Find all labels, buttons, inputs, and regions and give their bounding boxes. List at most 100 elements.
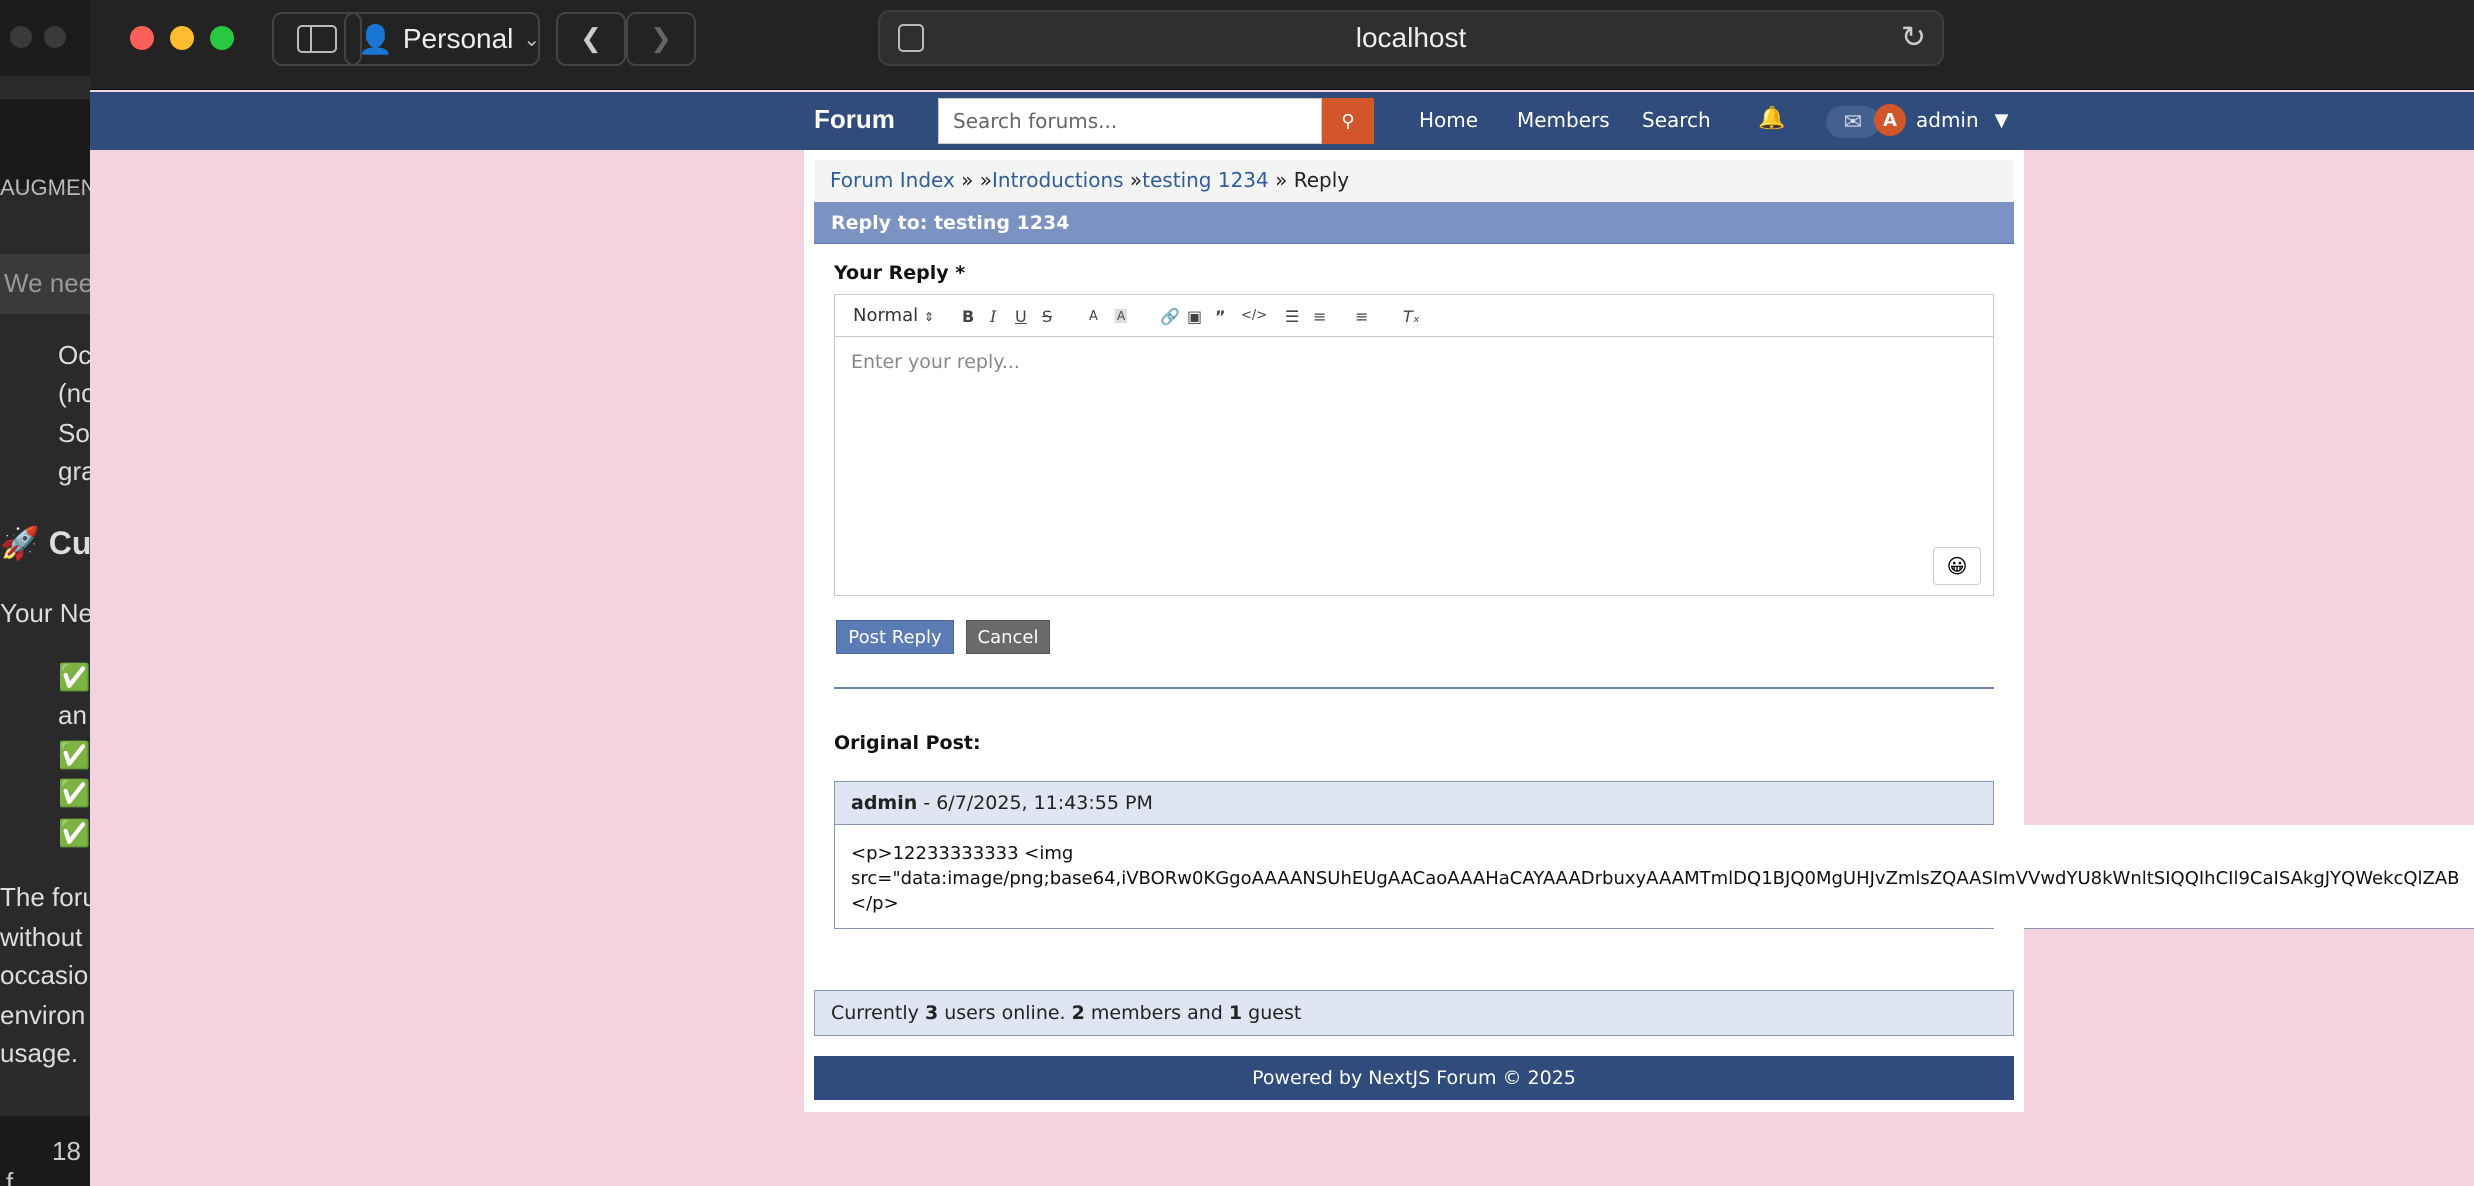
post-timestamp: - 6/7/2025, 11:43:55 PM — [917, 792, 1153, 814]
editor-toolbar: Normal ⇕ B I U S A A 🔗 ▣ ” </> ☰ ≡ ≡ Tₓ — [835, 295, 1993, 337]
background-input[interactable]: We need — [0, 254, 90, 314]
smiley-icon: 😀 — [1946, 554, 1968, 578]
bullet-list-icon[interactable]: ≡ — [1313, 307, 1326, 326]
sidebar-icon — [297, 25, 337, 53]
avatar: A — [1874, 104, 1906, 136]
align-icon[interactable]: ≡ — [1355, 307, 1368, 326]
background-text: usage. — [0, 1038, 79, 1068]
post-reply-button[interactable]: Post Reply — [836, 620, 954, 654]
profile-button[interactable]: 👤 Personal ⌄ — [344, 12, 540, 66]
background-window-dot — [10, 26, 32, 48]
background-text: without — [0, 922, 83, 952]
image-icon[interactable]: ▣ — [1187, 307, 1202, 326]
background-text: (nc — [58, 378, 90, 408]
strikethrough-icon[interactable]: S — [1042, 307, 1052, 326]
bold-icon[interactable]: B — [962, 307, 974, 326]
online-text: users online. — [938, 1002, 1072, 1024]
code-icon[interactable]: </> — [1241, 308, 1267, 323]
background-text: occasio — [0, 960, 89, 990]
rich-text-editor: Normal ⇕ B I U S A A 🔗 ▣ ” </> ☰ ≡ ≡ Tₓ … — [834, 294, 1994, 596]
background-app-section: AUGMEN — [0, 98, 90, 200]
background-check: ✅ — [58, 818, 90, 848]
page-icon — [898, 24, 924, 52]
user-menu[interactable]: A admin ▼ — [1874, 104, 2009, 136]
cancel-button[interactable]: Cancel — [966, 620, 1050, 654]
forum-navbar: Forum ⚲ Home Members Search 🔔 ✉ A admin … — [90, 92, 2474, 150]
post-author[interactable]: admin — [851, 792, 917, 814]
forum-logo[interactable]: Forum — [814, 104, 895, 135]
format-label: Normal — [853, 305, 919, 326]
breadcrumb-thread[interactable]: testing 1234 — [1142, 168, 1269, 192]
nav-home-link[interactable]: Home — [1419, 108, 1478, 132]
footer: Powered by NextJS Forum © 2025 — [814, 1056, 2014, 1100]
nav-members-link[interactable]: Members — [1517, 108, 1610, 132]
background-app-window: AUGMEN We need Oc (nc So gra 🚀 Cur Your … — [0, 0, 90, 1186]
main-content: Forum Index » »Introductions »testing 12… — [804, 150, 2460, 1112]
online-members-count: 2 — [1071, 1002, 1085, 1024]
background-text: So — [58, 418, 90, 448]
underline-icon[interactable]: U — [1015, 307, 1027, 326]
background-text: environ — [0, 1000, 86, 1030]
divider — [834, 687, 1994, 689]
background-section-text: AUGMEN — [0, 175, 90, 200]
nav-search-link[interactable]: Search — [1642, 108, 1711, 132]
search-input[interactable] — [938, 98, 1322, 144]
online-text: guest — [1242, 1002, 1302, 1024]
mail-icon[interactable]: ✉ — [1826, 106, 1880, 138]
italic-icon[interactable]: I — [990, 307, 996, 326]
reply-label: Your Reply * — [834, 262, 966, 284]
profile-label: Personal — [402, 23, 514, 54]
reply-header: Reply to: testing 1234 — [814, 202, 2014, 244]
background-text: gra — [58, 456, 90, 486]
online-guests-count: 1 — [1228, 1002, 1243, 1024]
zoom-window-button[interactable] — [210, 26, 234, 50]
link-icon[interactable]: 🔗 — [1160, 307, 1180, 326]
post-content-line: src="data:image/png;base64,iVBORw0KGgoAA… — [851, 866, 2460, 891]
close-window-button[interactable] — [130, 26, 154, 50]
chevron-left-icon: ❮ — [580, 24, 602, 54]
reply-textarea[interactable]: Enter your reply... — [835, 337, 1993, 595]
emoji-button[interactable]: 😀 — [1933, 547, 1981, 585]
clear-format-icon[interactable]: Tₓ — [1403, 307, 1420, 326]
background-heading: 🚀 Cur — [0, 525, 90, 561]
search-button[interactable]: ⚲ — [1322, 98, 1374, 144]
background-text: an — [58, 700, 87, 730]
address-bar[interactable]: localhost ↻ — [878, 10, 1944, 66]
background-text: The foru — [0, 882, 90, 912]
browser-window: 👤 Personal ⌄ ❮ ❯ localhost ↻ Forum ⚲ Hom… — [90, 0, 2474, 1186]
minimize-window-button[interactable] — [170, 26, 194, 50]
background-text: Your Ne — [0, 598, 90, 628]
username: admin — [1916, 108, 1979, 132]
caret-down-icon: ▼ — [1994, 109, 2009, 131]
breadcrumb-current: » Reply — [1268, 168, 1350, 192]
background-window-dot — [44, 26, 66, 48]
reload-icon[interactable]: ↻ — [1901, 20, 1926, 55]
background-check: ✅ — [58, 662, 90, 692]
format-select[interactable]: Normal ⇕ — [853, 305, 934, 326]
background-color-icon[interactable]: A — [1115, 309, 1128, 323]
updown-icon: ⇕ — [923, 310, 934, 324]
original-post-label: Original Post: — [834, 732, 981, 754]
back-button[interactable]: ❮ — [556, 12, 626, 66]
bell-icon[interactable]: 🔔 — [1758, 106, 1785, 131]
breadcrumb-introductions[interactable]: Introductions — [992, 168, 1124, 192]
online-users-box: Currently 3 users online. 2 members and … — [814, 990, 2014, 1036]
text-color-icon[interactable]: A — [1089, 309, 1098, 324]
background-text: Oc — [58, 340, 90, 370]
breadcrumb-separator: » — [1123, 168, 1143, 192]
online-text: members and — [1084, 1002, 1229, 1024]
breadcrumb: Forum Index » »Introductions »testing 12… — [814, 160, 2014, 202]
browser-titlebar: 👤 Personal ⌄ ❮ ❯ localhost ↻ — [90, 0, 2474, 90]
ordered-list-icon[interactable]: ☰ — [1285, 307, 1299, 326]
forward-button[interactable]: ❯ — [626, 12, 696, 66]
quote-icon[interactable]: ” — [1215, 307, 1226, 326]
breadcrumb-forum-index[interactable]: Forum Index — [830, 168, 955, 192]
original-post-body: <p>12233333333 <img src="data:image/png;… — [834, 825, 2460, 929]
background-check: ✅ — [58, 740, 90, 770]
search-icon: ⚲ — [1341, 110, 1355, 132]
online-text: Currently — [831, 1002, 925, 1024]
breadcrumb-separator: » » — [954, 168, 993, 192]
person-icon: 👤 — [358, 23, 393, 55]
online-users-count: 3 — [924, 1002, 939, 1024]
chevron-right-icon: ❯ — [650, 24, 672, 54]
